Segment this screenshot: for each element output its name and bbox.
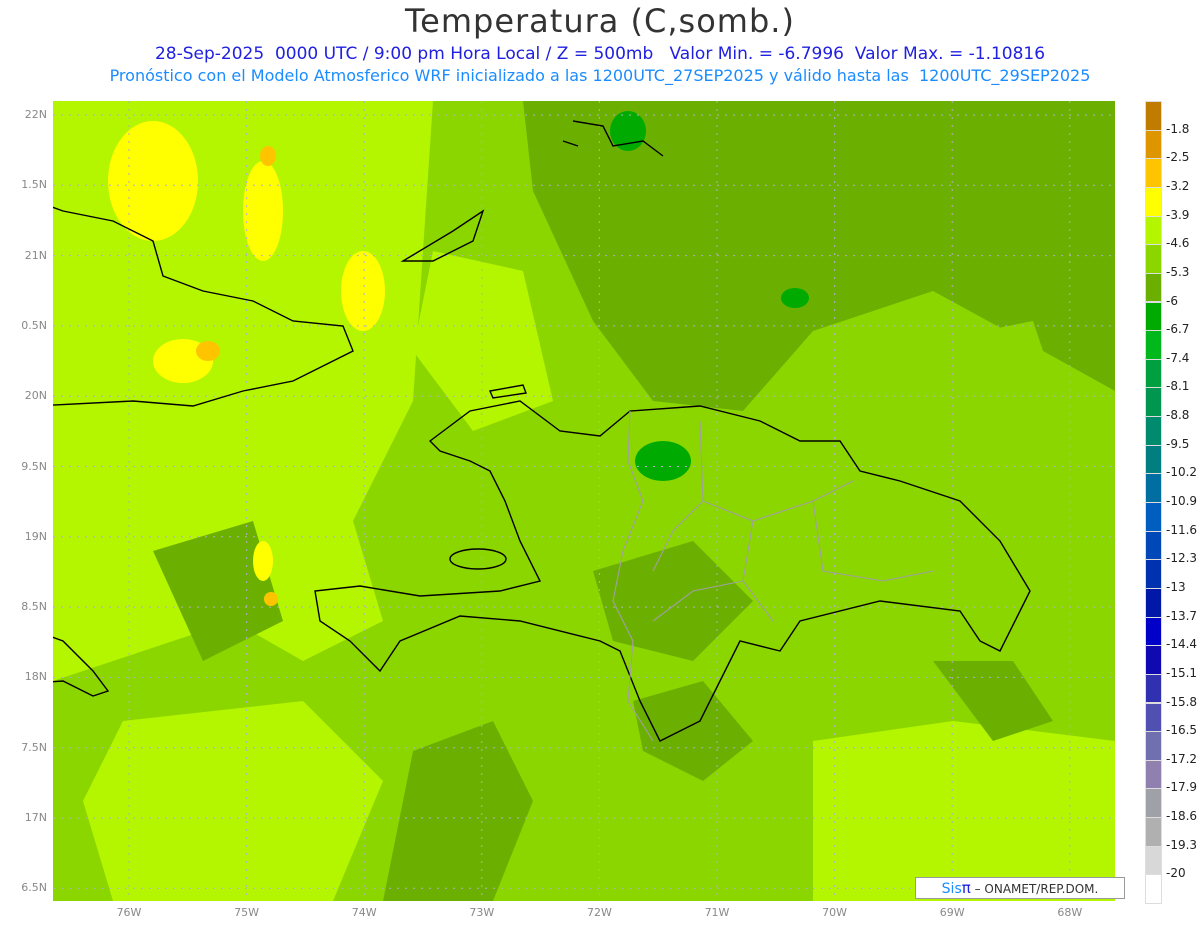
colorbar-swatch [1145,702,1162,733]
model-info-subtitle: Pronóstico con el Modelo Atmosferico WRF… [109,66,1091,85]
pi-logo-glyph: π [961,879,971,897]
colorbar-swatch [1145,530,1162,561]
colorbar-swatch [1145,186,1162,217]
credit-box: Sisπ – ONAMET/REP.DOM. [915,877,1125,899]
lat-label: 6.5N [21,881,47,895]
colorbar-swatch [1145,731,1162,761]
colorbar-label: -4.6 [1166,236,1190,251]
colorbar-label: -3.2 [1166,178,1190,193]
colorbar-label: -6.7 [1166,322,1190,337]
colorbar-label: -8.1 [1166,379,1190,394]
colorbar-label: -18.6 [1166,809,1198,824]
colorbar-label: -15.1 [1166,665,1198,680]
colorbar-swatch [1145,587,1162,618]
colorbar-label: -19.3 [1166,837,1198,852]
lat-label: 1.5N [21,178,47,192]
colorbar-label: -13 [1166,579,1186,594]
colorbar-swatch [1145,101,1162,131]
lon-label: 73W [469,906,495,919]
colorbar-label: -10.9 [1166,494,1198,508]
colorbar-swatch [1145,272,1162,303]
colorbar-swatch [1145,158,1162,188]
lon-label: 70W [822,906,848,919]
colorbar-swatch [1145,845,1162,876]
lat-label: 17N [24,811,47,824]
colorbar-swatch [1145,673,1162,704]
lon-label: 74W [351,906,377,919]
lat-label: 8.5N [21,600,47,614]
colorbar-label: -10.2 [1166,465,1198,480]
colorbar-swatch [1145,244,1162,274]
colorbar-swatch [1145,387,1162,418]
colorbar-label: -16.5 [1166,723,1198,738]
colorbar-label: -7.4 [1166,350,1190,365]
colorbar-swatch [1145,330,1162,360]
colorbar-swatch [1145,215,1162,246]
map-title: Temperatura (C,somb.) [405,2,795,40]
lat-label: 9.5N [21,459,47,473]
colorbar-label: -6 [1166,293,1178,308]
colorbar-label: -1.8 [1166,121,1190,136]
lon-label: 71W [704,906,730,919]
colorbar-swatch [1145,358,1162,389]
colorbar-label: -14.4 [1166,637,1198,652]
lat-label: 0.5N [21,318,47,332]
sispi-logo-text: Sis [941,881,962,897]
lon-label: 68W [1057,906,1083,919]
lon-label: 76W [116,906,142,919]
colorbar-swatch [1145,129,1162,160]
credit-text: – ONAMET/REP.DOM. [970,882,1099,896]
colorbar-swatch [1145,817,1162,847]
colorbar-swatch [1145,444,1162,475]
colorbar-swatch [1145,874,1162,904]
lon-label: 72W [586,906,612,919]
colorbar-label: -15.8 [1166,694,1198,709]
colorbar-swatch [1145,759,1162,790]
colorbar-label: -12.3 [1166,551,1198,566]
colorbar-label: -20 [1166,866,1186,881]
colorbar-label: -5.3 [1166,264,1190,279]
colorbar-label: -17.9 [1166,780,1198,795]
lat-label: 20N [24,389,47,403]
colorbar-swatch [1145,301,1162,332]
colorbar-swatch [1145,502,1162,532]
colorbar-label: -2.5 [1166,150,1190,165]
lat-label: 19N [24,529,47,543]
colorbar-label: -3.9 [1166,207,1190,222]
colorbar-label: -17.2 [1166,751,1198,766]
lat-label: 21N [24,248,47,262]
colorbar-swatch [1145,788,1162,819]
lon-label: 69W [939,906,965,919]
colorbar-label: -11.6 [1166,522,1198,537]
colorbar-label: -8.8 [1166,408,1190,423]
lat-label: 18N [24,670,47,684]
colorbar-label: -9.5 [1166,436,1190,451]
colorbar-swatch [1145,559,1162,589]
colorbar-swatch [1145,616,1162,647]
colorbar-label: -13.7 [1166,608,1198,623]
lat-label: 7.5N [21,740,47,754]
lon-label: 75W [234,906,260,919]
colorbar-swatch [1145,416,1162,446]
colorbar-swatch [1145,645,1162,675]
temperature-map [53,101,1115,901]
colorbar-swatch [1145,473,1162,503]
lat-label: 22N [24,108,47,121]
valid-time-subtitle: 28-Sep-2025 0000 UTC / 9:00 pm Hora Loca… [154,44,1046,64]
